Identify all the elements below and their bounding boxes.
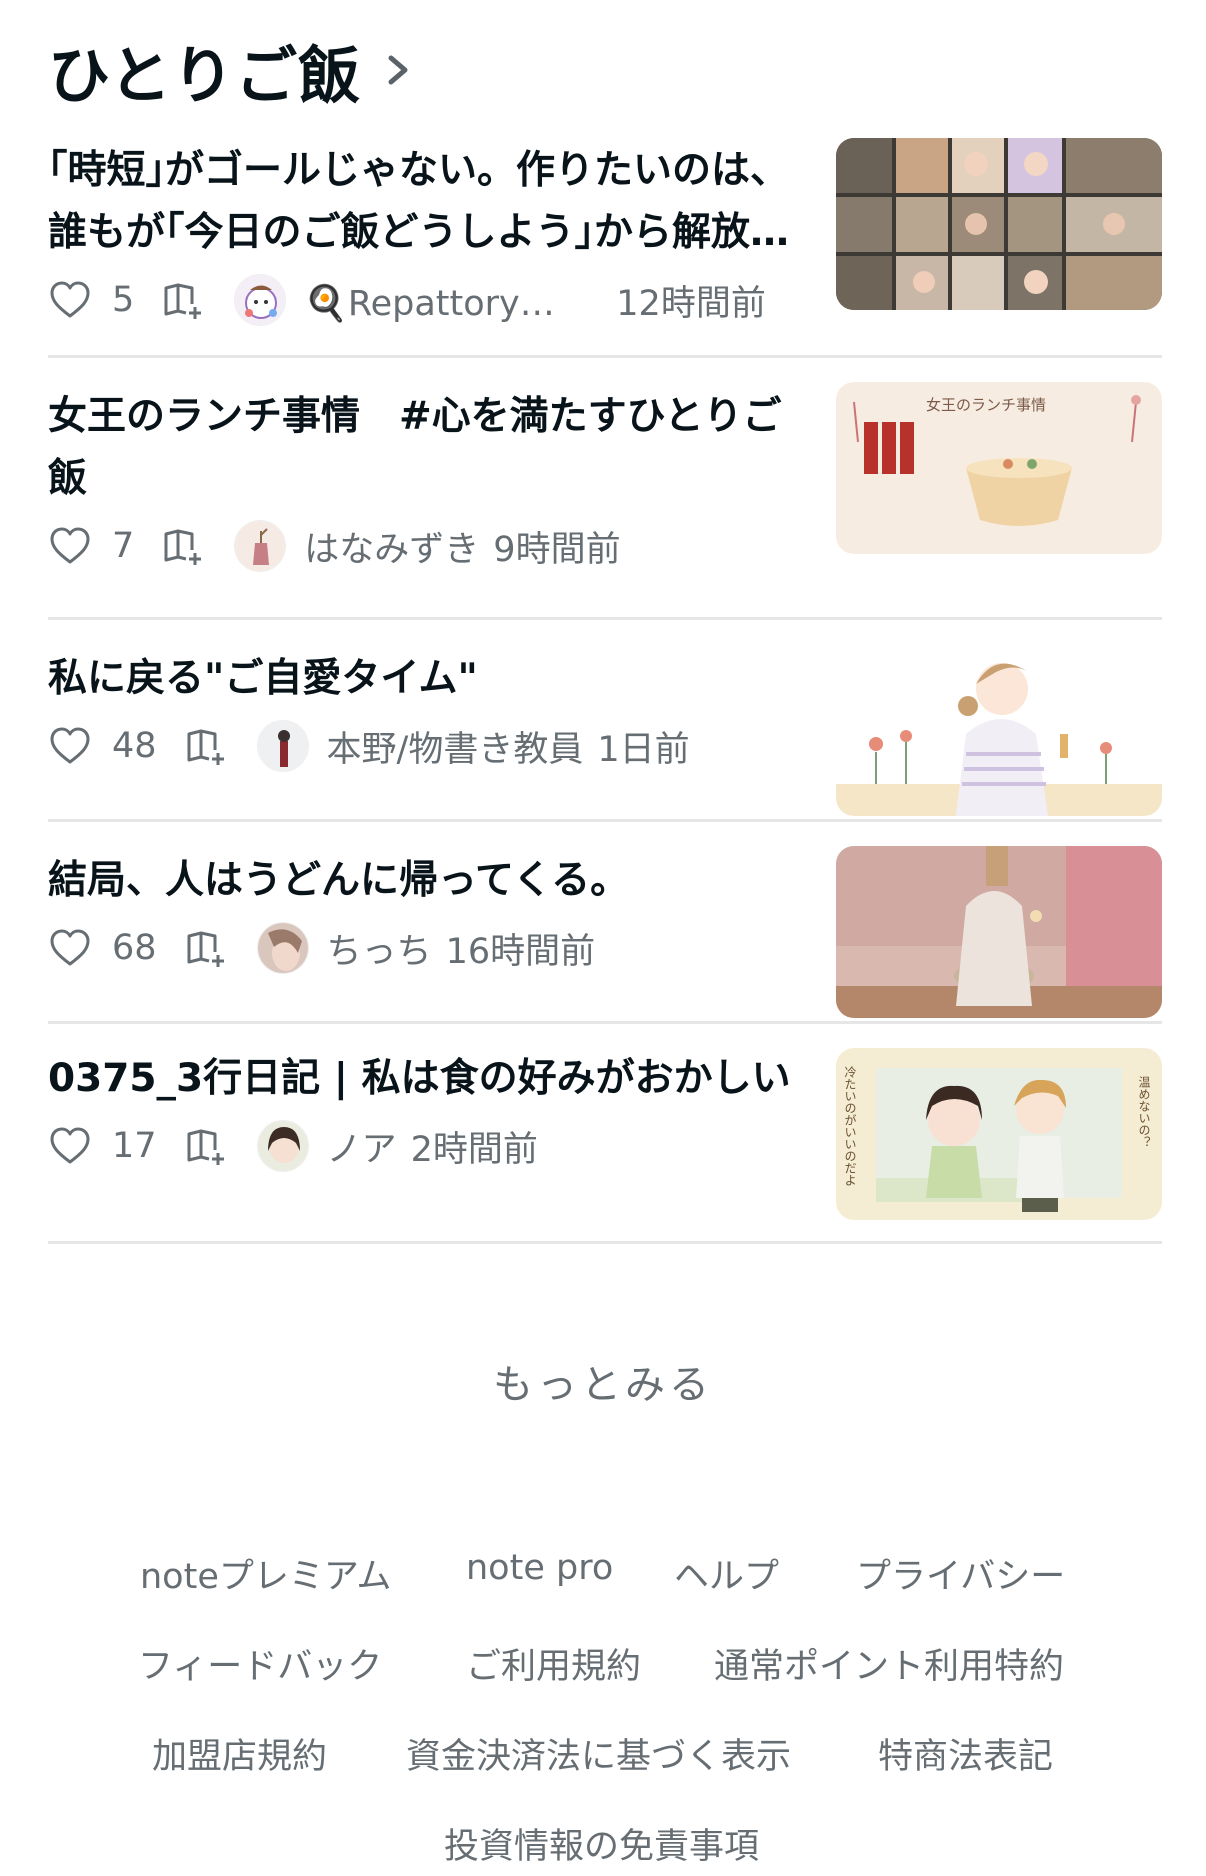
post-time: 16時間前 — [445, 931, 596, 972]
heart-icon[interactable] — [48, 526, 92, 566]
author-avatar[interactable] — [234, 520, 287, 572]
magazine-add-icon[interactable] — [162, 278, 206, 322]
article-meta: 7 はなみずき 9時間前 — [48, 516, 820, 576]
chevron-right-icon[interactable] — [383, 50, 413, 90]
footer-link[interactable]: 資金決済法に基づく表示 — [406, 1728, 791, 1779]
section-title[interactable]: ひとりご飯 — [48, 25, 361, 115]
article-card[interactable]: 0375_3行日記 | 私は食の好みがおかしい 17 ノア 2時間前 冷たいのが… — [48, 1042, 1162, 1244]
thumbnail-caption-left: 冷たいのがいいのだよ — [843, 1066, 857, 1186]
author-name[interactable]: 本野/物書き教員 — [327, 721, 584, 772]
article-text: 女王のランチ事情 #心を満たすひとりご飯 7 はなみずき 9時間前 — [48, 386, 820, 576]
like-count: 48 — [112, 726, 157, 766]
like-count: 68 — [112, 928, 157, 968]
article-card[interactable]: 結局、人はうどんに帰ってくる。 68 ちっち 16時間前 — [48, 840, 1162, 1024]
heart-icon[interactable] — [48, 928, 92, 968]
footer-link[interactable]: ヘルプ — [674, 1548, 779, 1599]
article-title[interactable]: ｢時短｣がゴールじゃない。作りたいのは、誰もが｢今日のご飯どうしよう｣から解放さ… — [48, 140, 820, 264]
article-card[interactable]: 女王のランチ事情 #心を満たすひとりご飯 7 はなみずき 9時間前 女王のランチ… — [48, 376, 1162, 620]
footer-link[interactable]: プライバシー — [856, 1548, 1065, 1599]
author-name[interactable]: はなみずき — [304, 521, 479, 572]
article-thumbnail[interactable]: 女王のランチ事情 — [836, 382, 1162, 554]
post-time: 1日前 — [597, 729, 690, 770]
post-time: 9時間前 — [493, 529, 621, 570]
article-meta: 68 ちっち 16時間前 — [48, 918, 820, 978]
article-list: ｢時短｣がゴールじゃない。作りたいのは、誰もが｢今日のご飯どうしよう｣から解放さ… — [48, 132, 1162, 1244]
footer-link[interactable]: 通常ポイント利用特約 — [714, 1638, 1064, 1689]
heart-icon[interactable] — [48, 1126, 92, 1166]
show-more-button[interactable]: もっとみる — [0, 1352, 1206, 1410]
article-text: 0375_3行日記 | 私は食の好みがおかしい 17 ノア 2時間前 — [48, 1048, 820, 1176]
footer-links: noteプレミアム note pro ヘルプ プライバシー フィードバック ご利… — [0, 1548, 1206, 1868]
article-thumbnail[interactable] — [836, 644, 1162, 816]
footer-link[interactable]: ご利用規約 — [466, 1638, 641, 1689]
footer-link[interactable]: 投資情報の免責事項 — [444, 1818, 759, 1869]
author-avatar[interactable] — [256, 1120, 309, 1172]
article-card[interactable]: ｢時短｣がゴールじゃない。作りたいのは、誰もが｢今日のご飯どうしよう｣から解放さ… — [48, 132, 1162, 358]
magazine-add-icon[interactable] — [185, 724, 229, 768]
article-title[interactable]: 0375_3行日記 | 私は食の好みがおかしい — [48, 1048, 820, 1110]
author-name[interactable]: ノア — [327, 1121, 397, 1172]
like-count: 5 — [112, 280, 135, 320]
author-avatar[interactable] — [234, 274, 287, 326]
article-meta: 48 本野/物書き教員 1日前 — [48, 716, 820, 776]
footer-link[interactable]: フィードバック — [138, 1638, 382, 1689]
magazine-add-icon[interactable] — [185, 1124, 229, 1168]
page: ひとりご飯 ｢時短｣がゴールじゃない。作りたいのは、誰もが｢今日のご飯どうしよう… — [0, 0, 1206, 1876]
article-text: 結局、人はうどんに帰ってくる。 68 ちっち 16時間前 — [48, 850, 820, 978]
footer-link[interactable]: note pro — [466, 1548, 613, 1588]
author-avatar[interactable] — [256, 922, 309, 974]
section-header[interactable]: ひとりご飯 — [48, 30, 413, 112]
article-thumbnail[interactable] — [836, 138, 1162, 310]
thumbnail-title: 女王のランチ事情 — [926, 396, 1046, 414]
article-title[interactable]: 私に戻る"ご自愛タイム" — [48, 648, 820, 710]
article-card[interactable]: 私に戻る"ご自愛タイム" 48 本野/物書き教員 1日前 — [48, 638, 1162, 822]
article-text: ｢時短｣がゴールじゃない。作りたいのは、誰もが｢今日のご飯どうしよう｣から解放さ… — [48, 140, 820, 330]
author-name[interactable]: 🍳Repattory（レパトリー） — [304, 275, 580, 326]
heart-icon[interactable] — [48, 726, 92, 766]
like-count: 7 — [112, 526, 135, 566]
author-avatar[interactable] — [256, 720, 309, 772]
article-thumbnail[interactable]: 冷たいのがいいのだよ 温めないの？ — [836, 1048, 1162, 1220]
article-thumbnail[interactable] — [836, 846, 1162, 1018]
thumbnail-caption-right: 温めないの？ — [1137, 1076, 1151, 1148]
like-count: 17 — [112, 1126, 157, 1166]
magazine-add-icon[interactable] — [185, 926, 229, 970]
footer-link[interactable]: noteプレミアム — [140, 1548, 391, 1599]
post-time: 12時間前 — [616, 283, 766, 324]
footer-link[interactable]: 加盟店規約 — [152, 1728, 327, 1779]
article-text: 私に戻る"ご自愛タイム" 48 本野/物書き教員 1日前 — [48, 648, 820, 776]
article-title[interactable]: 女王のランチ事情 #心を満たすひとりご飯 — [48, 386, 820, 510]
post-time: 2時間前 — [410, 1129, 538, 1170]
article-title[interactable]: 結局、人はうどんに帰ってくる。 — [48, 850, 820, 912]
magazine-add-icon[interactable] — [162, 524, 206, 568]
article-meta: 5 🍳Repattory（レパトリー） 12時間前 — [48, 270, 820, 330]
author-name[interactable]: ちっち — [327, 923, 432, 974]
heart-icon[interactable] — [48, 280, 92, 320]
footer-link[interactable]: 特商法表記 — [878, 1728, 1053, 1779]
article-meta: 17 ノア 2時間前 — [48, 1116, 820, 1176]
